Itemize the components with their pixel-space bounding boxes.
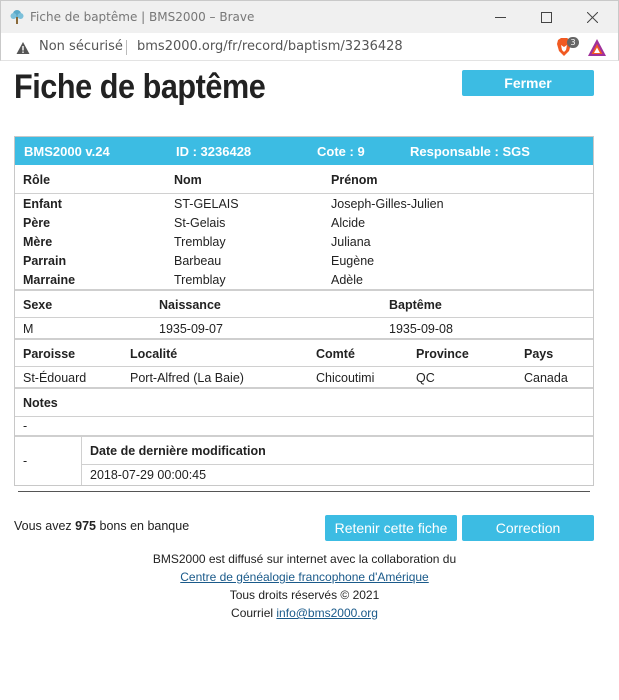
col-pays: Pays [524,347,554,361]
pays-value: Canada [524,371,568,385]
col-localite: Localité [130,347,178,361]
window-titlebar: Fiche de baptême | BMS2000 – Brave [0,0,619,33]
bank-count: 975 [75,519,97,533]
person-role: Mère [23,235,53,249]
warning-icon[interactable] [16,40,30,54]
footer-line-2: Centre de généalogie francophone d'Améri… [0,570,609,584]
person-nom: St-Gelais [174,216,226,230]
col-paroisse: Paroisse [23,347,76,361]
not-secure-label[interactable]: Non sécurisé [39,39,123,54]
window-title: Fiche de baptême | BMS2000 – Brave [30,10,255,24]
close-icon [586,8,598,27]
close-button[interactable]: Fermer [462,70,594,96]
section-divider [15,338,593,340]
col-sexe: Sexe [23,298,53,312]
address-bar[interactable]: Non sécurisé bms2000.org/fr/record/bapti… [0,33,619,61]
section-divider [15,289,593,291]
divider [15,317,593,318]
person-prenom: Eugène [331,254,375,268]
address-separator [126,40,127,55]
col-naissance: Naissance [159,298,221,312]
record-card: BMS2000 v.24 ID : 3236428 Cote : 9 Respo… [14,136,594,486]
col-province: Province [416,347,469,361]
mod-header: Date de dernière modification [90,444,266,458]
minimize-button[interactable] [477,1,523,34]
person-role: Marraine [23,273,76,287]
section-divider [15,435,593,437]
bapteme-value: 1935-09-08 [389,322,453,336]
footer-line-1: BMS2000 est diffusé sur internet avec la… [152,552,457,566]
minimize-icon [494,8,506,27]
person-role: Parrain [23,254,67,268]
maximize-button[interactable] [523,1,569,34]
column-divider [81,437,82,485]
notes-value: - [23,419,28,433]
close-window-button[interactable] [569,1,615,34]
record-id: ID : 3236428 [176,144,252,159]
partner-link[interactable]: Centre de généalogie francophone d'Améri… [180,570,428,584]
person-prenom: Juliana [331,235,371,249]
person-nom: ST-GELAIS [174,197,239,211]
url-text[interactable]: bms2000.org/fr/record/baptism/3236428 [137,39,403,54]
shield-count-badge: 3 [567,37,579,48]
responsable-label: Responsable : SGS [410,144,530,159]
col-role: Rôle [23,173,51,187]
comte-value: Chicoutimi [316,371,375,385]
section-divider [15,387,593,389]
page-title: Fiche de baptême [14,68,266,106]
paroisse-value: St-Édouard [23,371,87,385]
col-prenom: Prénom [331,173,378,187]
divider [81,464,593,465]
footer-copyright: Tous droits réservés © 2021 [229,588,380,602]
footer-contact: Courriel info@bms2000.org [0,606,609,620]
person-nom: Barbeau [174,254,222,268]
maximize-icon [540,8,552,27]
col-comte: Comté [316,347,355,361]
province-value: QC [416,371,435,385]
divider [15,416,593,417]
col-nom: Nom [174,173,202,187]
cote-label: Cote : 9 [317,144,365,159]
person-prenom: Joseph-Gilles-Julien [331,197,444,211]
person-role: Père [23,216,51,230]
person-prenom: Alcide [331,216,366,230]
email-link[interactable]: info@bms2000.org [276,606,378,620]
version-label: BMS2000 v.24 [24,144,110,159]
brave-rewards-icon[interactable] [588,39,606,56]
bank-balance: Vous avez 975 bons en banque [14,519,189,533]
sexe-value: M [23,322,34,336]
mod-left-value: - [23,454,28,468]
record-header: BMS2000 v.24 ID : 3236428 Cote : 9 Respo… [15,137,593,165]
person-prenom: Adèle [331,273,363,287]
mod-date-value: 2018-07-29 00:00:45 [90,468,207,482]
bank-suffix: bons en banque [96,519,190,533]
notes-header: Notes [23,396,58,410]
person-role: Enfant [23,197,62,211]
correction-button[interactable]: Correction [462,515,594,541]
app-tree-icon [9,9,25,25]
col-bapteme: Baptême [389,298,442,312]
person-nom: Tremblay [174,273,226,287]
divider [15,366,593,367]
email-prefix: Courriel [231,606,277,620]
bank-prefix: Vous avez [14,519,76,533]
keep-record-button[interactable]: Retenir cette fiche [325,515,457,541]
person-nom: Tremblay [174,235,226,249]
page-divider [18,491,590,492]
divider [15,193,593,194]
naissance-value: 1935-09-07 [159,322,223,336]
localite-value: Port-Alfred (La Baie) [130,371,244,385]
